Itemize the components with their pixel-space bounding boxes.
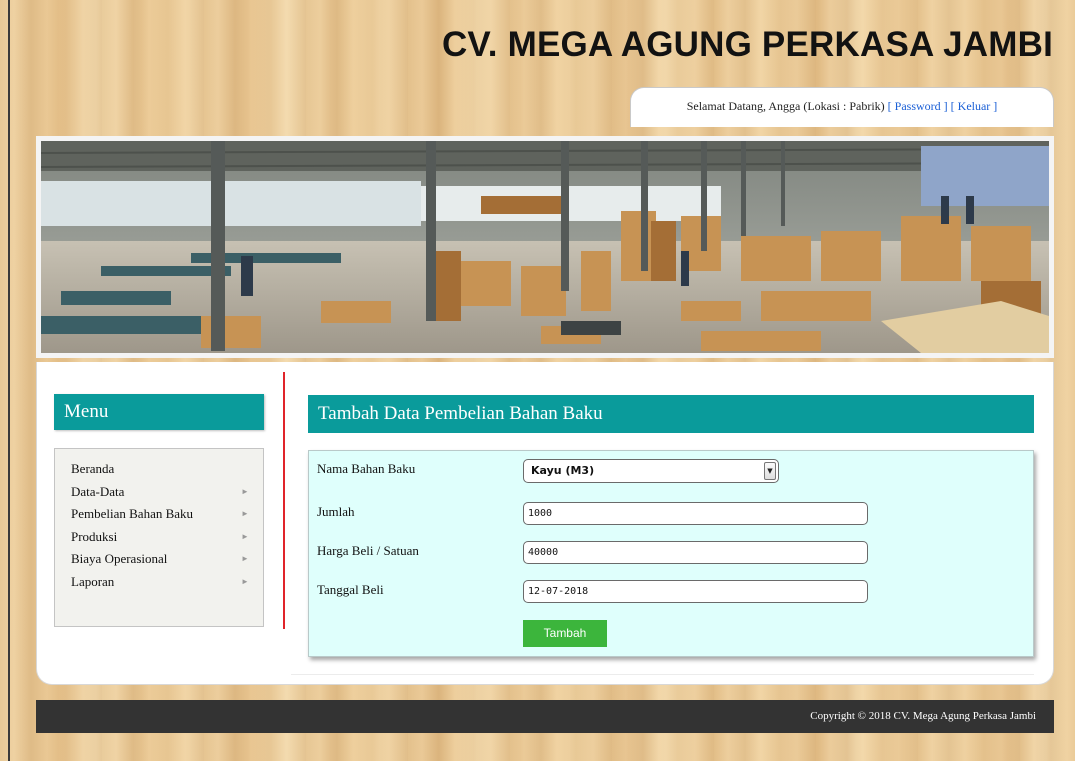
- nama-bahan-baku-selected: Kayu (M3): [531, 464, 595, 477]
- main-content-panel: Menu Beranda Data-Data ► Pembelian Bahan…: [36, 362, 1054, 685]
- chevron-right-icon: ►: [241, 509, 249, 518]
- harga-beli-label: Harga Beli / Satuan: [317, 543, 419, 558]
- jumlah-input[interactable]: 1000: [523, 502, 868, 525]
- factory-banner-illustration: [41, 141, 1049, 353]
- jumlah-label: Jumlah: [317, 504, 355, 519]
- sidebar-menu: Beranda Data-Data ► Pembelian Bahan Baku…: [54, 448, 264, 627]
- sidebar-item-label: Data-Data: [71, 483, 125, 499]
- sidebar-item-label: Laporan: [71, 573, 115, 589]
- sidebar-item-data-data[interactable]: Data-Data ►: [55, 481, 263, 504]
- sidebar-item-label: Beranda: [71, 461, 115, 476]
- sidebar-item-biaya-operasional[interactable]: Biaya Operasional ►: [55, 548, 263, 571]
- sidebar-item-label: Produksi: [71, 528, 118, 544]
- logout-link[interactable]: [ Keluar ]: [951, 99, 998, 113]
- tambah-button[interactable]: Tambah: [523, 620, 607, 647]
- nama-bahan-baku-select[interactable]: Kayu (M3) ▼: [523, 459, 779, 483]
- chevron-right-icon: ►: [241, 554, 249, 563]
- welcome-text: Selamat Datang, Angga (Lokasi : Pabrik): [686, 99, 885, 113]
- form-title: Tambah Data Pembelian Bahan Baku: [308, 395, 1034, 433]
- form-bottom-line: [291, 674, 1034, 675]
- purchase-form: Nama Bahan Baku Kayu (M3) ▼ Jumlah 1000 …: [308, 450, 1034, 657]
- sidebar-item-label: Biaya Operasional: [71, 551, 168, 566]
- sidebar-item-pembelian-bahan-baku[interactable]: Pembelian Bahan Baku ►: [55, 503, 263, 526]
- sidebar-item-label: Pembelian Bahan Baku: [71, 506, 194, 521]
- chevron-right-icon: ►: [241, 486, 249, 496]
- nama-bahan-baku-label: Nama Bahan Baku: [317, 461, 416, 476]
- copyright-text: Copyright © 2018 CV. Mega Agung Perkasa …: [810, 710, 1036, 722]
- sidebar-title: Menu: [54, 394, 264, 430]
- sidebar-item-laporan[interactable]: Laporan ►: [55, 571, 263, 594]
- content-divider: [283, 372, 285, 629]
- chevron-right-icon: ►: [241, 531, 249, 541]
- dropdown-arrow-icon[interactable]: ▼: [764, 462, 776, 480]
- site-title: CV. MEGA AGUNG PERKASA JAMBI: [441, 25, 1053, 64]
- page-left-border: [8, 0, 10, 761]
- header-banner-image: [36, 136, 1054, 358]
- harga-beli-input[interactable]: 40000: [523, 541, 868, 564]
- sidebar-item-produksi[interactable]: Produksi ►: [55, 526, 263, 549]
- chevron-right-icon: ►: [241, 576, 249, 586]
- footer: Copyright © 2018 CV. Mega Agung Perkasa …: [36, 700, 1054, 733]
- sidebar-item-beranda[interactable]: Beranda: [55, 458, 263, 481]
- tanggal-beli-input[interactable]: 12-07-2018: [523, 580, 868, 603]
- password-link[interactable]: [ Password ]: [888, 99, 948, 113]
- tanggal-beli-label: Tanggal Beli: [317, 582, 384, 597]
- welcome-bar: Selamat Datang, Angga (Lokasi : Pabrik) …: [630, 87, 1054, 127]
